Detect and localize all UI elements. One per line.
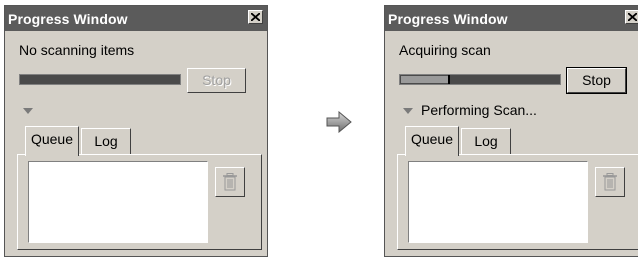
close-icon [628, 13, 637, 21]
trash-icon [223, 173, 237, 191]
triangle-down-icon[interactable] [23, 108, 33, 114]
progress-window-before: Progress Window No scanning items Stop Q… [4, 5, 268, 257]
status-text: No scanning items [19, 42, 135, 58]
delete-button[interactable] [595, 167, 625, 197]
triangle-down-icon[interactable] [403, 108, 413, 114]
right-arrow-icon [326, 111, 352, 133]
stop-button[interactable]: Stop [187, 68, 246, 93]
progress-bar [19, 74, 181, 85]
tab-log[interactable]: Log [81, 128, 131, 155]
queue-list[interactable] [28, 161, 208, 243]
queue-panel [397, 154, 638, 250]
progress-marker [448, 75, 450, 84]
close-button[interactable] [248, 10, 263, 24]
title-bar: Progress Window [385, 6, 638, 31]
tab-log[interactable]: Log [461, 128, 511, 155]
progress-bar [399, 74, 561, 85]
tab-queue[interactable]: Queue [405, 126, 459, 156]
tab-queue[interactable]: Queue [25, 126, 79, 156]
close-button[interactable] [625, 10, 638, 24]
delete-button[interactable] [215, 167, 245, 197]
progress-fill [401, 76, 448, 83]
queue-list[interactable] [408, 161, 588, 243]
trash-icon [603, 173, 617, 191]
window-title: Progress Window [8, 11, 128, 27]
progress-detail-text: Performing Scan... [421, 102, 537, 118]
title-bar: Progress Window [5, 6, 267, 31]
status-text: Acquiring scan [399, 42, 491, 58]
stop-button[interactable]: Stop [566, 67, 627, 94]
progress-window-after: Progress Window Acquiring scan Stop Perf… [384, 5, 638, 257]
queue-panel [17, 154, 262, 250]
window-title: Progress Window [388, 11, 508, 27]
close-icon [251, 13, 260, 21]
